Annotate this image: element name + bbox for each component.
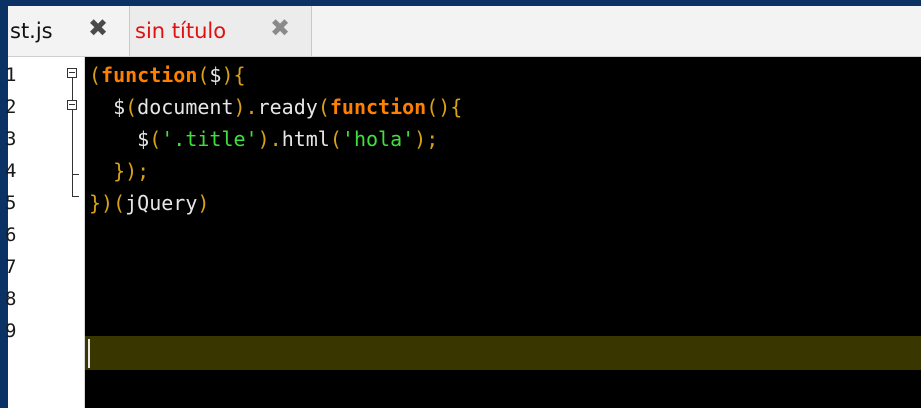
tab-sin-titulo[interactable]: sin título ✖ bbox=[129, 6, 312, 56]
code-token: ( bbox=[125, 95, 138, 119]
tab-st-js[interactable]: st.js ✖ bbox=[8, 6, 128, 56]
line-number: 3 bbox=[5, 128, 17, 150]
line-number: 4 bbox=[5, 160, 17, 182]
code-token: ( bbox=[197, 63, 210, 87]
line-number: 9 bbox=[5, 320, 17, 342]
line-number-gutter: 1 2 3 4 5 6 7 8 9 bbox=[5, 57, 60, 408]
code-token: ) bbox=[197, 191, 210, 215]
fold-end-marker bbox=[72, 196, 79, 197]
code-token: function bbox=[101, 63, 198, 87]
code-token: ); bbox=[414, 127, 439, 151]
code-token: $ bbox=[89, 95, 126, 119]
fold-line bbox=[72, 78, 73, 100]
fold-end-marker bbox=[72, 174, 79, 175]
close-icon[interactable]: ✖ bbox=[88, 16, 108, 40]
code-token: ){ bbox=[221, 63, 246, 87]
code-token: ready bbox=[257, 95, 318, 119]
close-icon[interactable]: ✖ bbox=[270, 16, 290, 40]
tab-label: sin título bbox=[135, 19, 227, 43]
code-token: ( bbox=[329, 127, 342, 151]
code-token: ). bbox=[233, 95, 258, 119]
line-number: 5 bbox=[5, 192, 17, 214]
current-line-highlight bbox=[85, 336, 921, 370]
code-editor[interactable]: 123456789 (function($){ $(document).read… bbox=[5, 57, 921, 408]
code-line[interactable]: })(jQuery) bbox=[89, 187, 209, 219]
line-number: 6 bbox=[5, 224, 17, 246]
code-line[interactable]: }); bbox=[89, 155, 149, 187]
code-token: }); bbox=[89, 159, 150, 183]
line-number: 8 bbox=[5, 288, 17, 310]
code-token: '.title' bbox=[161, 127, 258, 151]
code-area[interactable]: (function($){ $(document).ready(function… bbox=[85, 57, 921, 408]
code-token: ( bbox=[317, 95, 330, 119]
line-number: 1 bbox=[5, 64, 17, 86]
code-token: ). bbox=[257, 127, 282, 151]
code-token: })( bbox=[89, 191, 126, 215]
tab-label: st.js bbox=[10, 19, 53, 43]
line-number: 7 bbox=[5, 256, 17, 278]
code-line[interactable]: $(document).ready(function(){ bbox=[89, 91, 462, 123]
code-token: html bbox=[281, 127, 330, 151]
fold-toggle-icon[interactable] bbox=[67, 68, 77, 78]
editor-window: st.js ✖ sin título ✖ 123456789 (function… bbox=[0, 0, 921, 408]
text-caret bbox=[88, 339, 90, 368]
code-token: (){ bbox=[426, 95, 463, 119]
code-token: document bbox=[137, 95, 234, 119]
code-line[interactable]: (function($){ bbox=[89, 59, 246, 91]
code-token: 'hola' bbox=[341, 127, 415, 151]
code-token: function bbox=[329, 95, 427, 119]
fold-gutter bbox=[60, 57, 85, 408]
line-number: 2 bbox=[5, 96, 17, 118]
code-token: ( bbox=[89, 63, 102, 87]
code-token: $ bbox=[209, 63, 222, 87]
code-token: jQuery bbox=[125, 191, 198, 215]
code-line[interactable]: $('.title').html('hola'); bbox=[89, 123, 438, 155]
fold-toggle-icon[interactable] bbox=[67, 100, 77, 110]
tab-bar: st.js ✖ sin título ✖ bbox=[8, 6, 921, 57]
code-token: $ bbox=[89, 127, 150, 151]
fold-line bbox=[72, 110, 73, 196]
code-token: ( bbox=[149, 127, 162, 151]
